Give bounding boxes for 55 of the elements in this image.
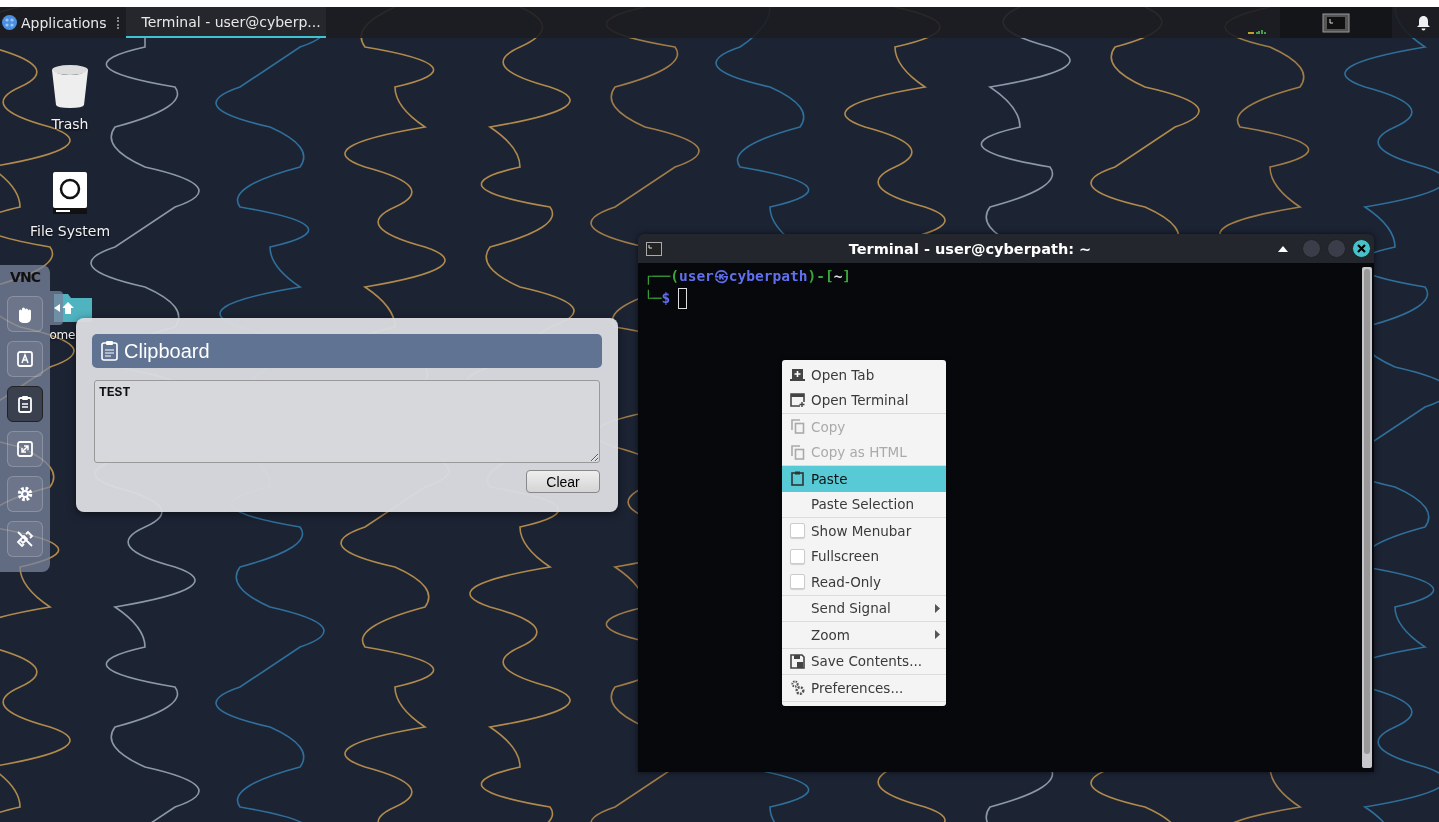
taskbar-button[interactable]: Terminal - user@cyberp... (125, 7, 326, 38)
menu-item[interactable]: Open Terminal (782, 387, 946, 413)
drag-button[interactable] (7, 296, 43, 332)
window-add-icon (790, 393, 805, 408)
icon-label[interactable]: Trash (51, 116, 89, 132)
text-cursor (678, 287, 688, 309)
drive-icon (52, 171, 88, 215)
close-icon (1357, 244, 1366, 253)
close-button[interactable] (1352, 239, 1371, 258)
copy-icon (790, 444, 805, 460)
applications-menu[interactable]: Applications (0, 7, 113, 38)
menu-item[interactable]: Show Menubar (782, 518, 946, 544)
menu-item[interactable]: Fullscreen (782, 543, 946, 569)
clipboard-text-field[interactable]: TEST (94, 380, 600, 463)
submenu-arrow-icon (935, 630, 940, 640)
checkbox[interactable] (790, 548, 805, 564)
disconnect-button[interactable] (7, 521, 43, 557)
clipboard-button[interactable] (7, 386, 43, 422)
icon-label[interactable]: ome (49, 328, 75, 342)
fullscreen-button[interactable] (7, 431, 43, 467)
scrollbar[interactable] (1362, 267, 1372, 768)
caret-up-icon[interactable] (1278, 245, 1288, 252)
window-title: Terminal - user@cyberpath: ~ (847, 240, 1093, 257)
dialog-title: Clipboard (124, 339, 210, 363)
bell-icon[interactable] (1416, 14, 1431, 31)
menu-item[interactable]: Paste (782, 466, 946, 492)
terminal-icon (1322, 12, 1350, 33)
checkbox[interactable] (790, 574, 805, 590)
trash-icon (51, 64, 89, 108)
panel-title: VNC (10, 269, 40, 287)
tab-add-icon (790, 367, 805, 382)
menu-item[interactable]: Read-Only (782, 569, 946, 595)
menu-item[interactable]: Preferences... (782, 675, 946, 701)
checkbox[interactable] (790, 523, 805, 539)
submenu-arrow-icon (935, 603, 940, 613)
menu-item[interactable]: Send Signal (782, 595, 946, 621)
panel-handle[interactable] (50, 291, 63, 325)
workspace-switcher[interactable] (1280, 7, 1392, 38)
copy-icon (790, 419, 805, 435)
prompt-line: ┌──(user㉿cyberpath)-[~] (644, 267, 853, 287)
icon-label[interactable]: File System (29, 223, 111, 239)
clear-button[interactable]: Clear (526, 470, 600, 493)
settings-button[interactable] (7, 476, 43, 512)
keyboard-button[interactable] (7, 341, 43, 377)
terminal-icon (646, 241, 662, 256)
clipboard-icon (791, 471, 804, 487)
clipboard-icon (100, 340, 120, 362)
menu-item[interactable]: Paste Selection (782, 491, 946, 517)
save-icon (790, 653, 805, 669)
prompt-line: └─$ (644, 288, 671, 308)
menu-item[interactable]: Zoom (782, 622, 946, 648)
menu-item[interactable]: Open Tab (782, 362, 946, 388)
app-grid-icon (2, 15, 17, 30)
caret-icon (53, 304, 60, 312)
menu-item[interactable]: Save Contents... (782, 648, 946, 674)
